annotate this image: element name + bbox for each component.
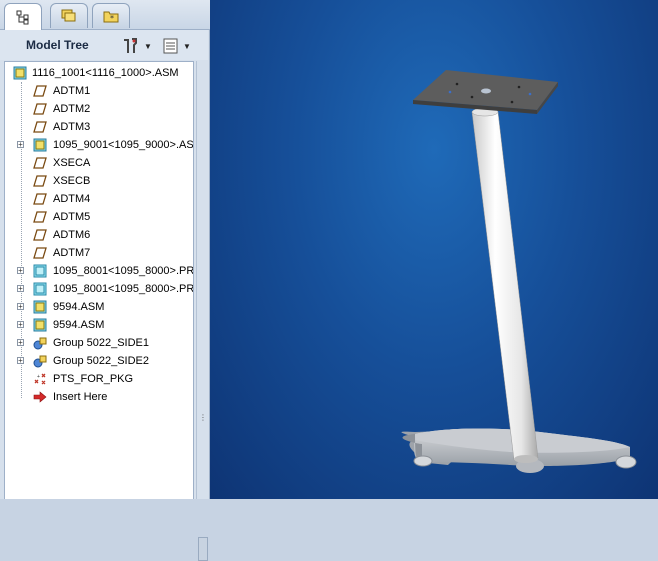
model-tree-list: 1116_1001<1116_1000>.ASM ADTM1 ADTM2 ADTM3 +… [4,61,194,499]
tree-item-label: 1095_9001<1095_9000>.AS [53,139,194,151]
tree-item[interactable]: +1095_8001<1095_8000>.PR [5,280,194,298]
tree-item[interactable]: ADTM3 [5,118,193,136]
datum-plane-icon [33,85,47,97]
tree-item[interactable]: ADTM4 [5,190,193,208]
assembly-icon [13,66,27,80]
tree-item[interactable]: ADTM7 [5,244,193,262]
tree-item-label: XSECA [53,157,91,169]
assembly-icon [33,300,47,314]
graphics-viewport[interactable] [210,0,658,499]
chevron-down-icon: ▼ [144,41,152,51]
datum-points-icon: + [34,373,46,385]
expand-toggle-icon[interactable]: + [17,141,24,149]
tree-item-label: PTS_FOR_PKG [53,373,134,385]
tree-item-label: Group 5022_SIDE2 [53,355,150,367]
tree-item-label: Group 5022_SIDE1 [53,337,150,349]
tree-item[interactable]: ADTM2 [5,100,193,118]
group-icon [33,337,47,350]
expand-toggle-icon[interactable]: + [17,303,24,311]
datum-plane-icon [33,211,47,223]
chevron-down-icon: ▼ [183,41,191,51]
expand-toggle-icon[interactable]: + [17,357,24,365]
tree-item[interactable]: + Group 5022_SIDE1 [5,334,193,352]
tree-root-item[interactable]: 1116_1001<1116_1000>.ASM [5,64,193,82]
tree-item-label: ADTM7 [53,247,91,259]
stand-3d-model [401,70,637,473]
tree-settings-button[interactable]: ▼ [121,36,153,56]
tree-item-label: ADTM6 [53,229,91,241]
tree-item[interactable]: XSECA [5,154,193,172]
tree-item[interactable]: + Group 5022_SIDE2 [5,352,193,370]
tree-item[interactable]: +1095_9001<1095_9000>.AS [5,136,194,154]
model-tree-panel: * Model Tree ▼ ▼ 1116_1001<1116_1000>.AS… [0,0,210,561]
tools-icon [124,38,137,53]
splitter-grip-icon: ⋮ [199,413,207,422]
tree-item-label: ADTM4 [53,193,91,205]
tree-show-button[interactable]: ▼ [162,36,194,56]
part-icon [33,264,47,278]
stand-column [471,107,539,463]
tab-favorites[interactable]: * [92,3,130,28]
datum-plane-icon [33,229,47,241]
assembly-icon [33,318,47,332]
datum-plane-icon [33,193,47,205]
expand-toggle-icon[interactable]: + [17,267,24,275]
model-tree-icon [16,10,29,25]
tab-model-tree[interactable] [4,3,42,30]
expand-toggle-icon[interactable]: + [17,321,24,329]
datum-plane-icon [33,121,47,133]
tree-item-label: 9594.ASM [53,301,105,313]
group-icon [33,355,47,368]
tree-item[interactable]: ADTM6 [5,226,193,244]
tree-item[interactable]: +9594.ASM [5,298,193,316]
folder-icon: * [103,11,119,23]
tree-item-label: ADTM3 [53,121,91,133]
layers-icon [61,9,76,22]
tree-list-icon [163,38,178,54]
tree-item-label: ADTM1 [53,85,91,97]
navigator-tab-strip: * [0,0,210,30]
tree-item[interactable]: Insert Here [5,388,193,406]
tree-item[interactable]: + PTS_FOR_PKG [5,370,193,388]
part-icon [33,282,47,296]
tree-item-label: Insert Here [53,391,108,403]
svg-text:+: + [37,374,40,380]
assembly-icon [33,138,47,152]
tree-item-label: 1116_1001<1116_1000>.ASM [32,67,179,79]
model-tree-title: Model Tree [26,38,89,52]
tree-item-label: 1095_8001<1095_8000>.PR [53,265,194,277]
tree-item[interactable]: +1095_8001<1095_8000>.PR [5,262,194,280]
tree-item[interactable]: ADTM5 [5,208,193,226]
tree-item-label: ADTM2 [53,103,91,115]
datum-plane-icon [33,175,47,187]
datum-plane-icon [33,247,47,259]
tree-item-label: ADTM5 [53,211,91,223]
tree-item-label: 9594.ASM [53,319,105,331]
insert-arrow-icon [33,391,47,403]
panel-splitter[interactable]: ⋮ [196,61,208,561]
scrollbar-thumb[interactable] [198,537,208,561]
tree-item[interactable]: +9594.ASM [5,316,193,334]
tree-item[interactable]: XSECB [5,172,193,190]
tree-item-label: XSECB [53,175,91,187]
datum-plane-icon [33,103,47,115]
mounting-plate [413,70,558,114]
expand-toggle-icon[interactable]: + [17,339,24,347]
expand-toggle-icon[interactable]: + [17,285,24,293]
tab-layers[interactable] [50,3,88,28]
tree-item[interactable]: ADTM1 [5,82,193,100]
svg-text:*: * [110,14,114,23]
tree-item-label: 1095_8001<1095_8000>.PR [53,283,194,295]
datum-plane-icon [33,157,47,169]
